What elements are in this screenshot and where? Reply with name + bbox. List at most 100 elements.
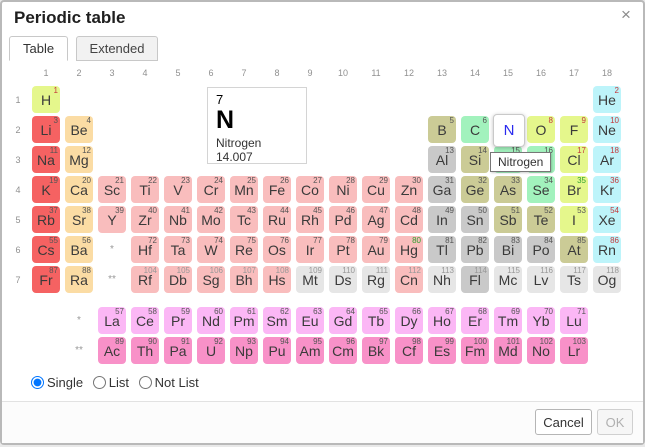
element-cell-Cs[interactable]: 55Cs [32, 236, 60, 263]
element-cell-La[interactable]: 57La [98, 307, 126, 334]
element-cell-Ra[interactable]: 88Ra [65, 266, 93, 293]
element-cell-Nd[interactable]: 60Nd [197, 307, 225, 334]
element-cell-Kr[interactable]: 36Kr [593, 176, 621, 203]
radio-option-single[interactable]: Single [31, 375, 83, 390]
element-cell-Sg[interactable]: 106Sg [197, 266, 225, 293]
element-cell-Pt[interactable]: 78Pt [329, 236, 357, 263]
element-cell-Sb[interactable]: 51Sb [494, 206, 522, 233]
element-cell-Sr[interactable]: 38Sr [65, 206, 93, 233]
element-cell-Nh[interactable]: 113Nh [428, 266, 456, 293]
element-cell-Co[interactable]: 27Co [296, 176, 324, 203]
element-cell-Zn[interactable]: 30Zn [395, 176, 423, 203]
element-cell-Fr[interactable]: 87Fr [32, 266, 60, 293]
element-cell-Os[interactable]: 76Os [263, 236, 291, 263]
element-cell-Sn[interactable]: 50Sn [461, 206, 489, 233]
element-cell-Ti[interactable]: 22Ti [131, 176, 159, 203]
element-cell-Po[interactable]: 84Po [527, 236, 555, 263]
element-cell-Th[interactable]: 90Th [131, 337, 159, 364]
element-cell-F[interactable]: 9F [560, 116, 588, 143]
element-cell-Cl[interactable]: 17Cl [560, 146, 588, 173]
element-cell-Eu[interactable]: 63Eu [296, 307, 324, 334]
element-cell-Au[interactable]: 79Au [362, 236, 390, 263]
element-cell-U[interactable]: 92U [197, 337, 225, 364]
element-cell-Np[interactable]: 93Np [230, 337, 258, 364]
element-cell-Tl[interactable]: 81Tl [428, 236, 456, 263]
element-cell-Y[interactable]: 39Y [98, 206, 126, 233]
element-cell-Lv[interactable]: 116Lv [527, 266, 555, 293]
element-cell-Tm[interactable]: 69Tm [494, 307, 522, 334]
element-cell-Ts[interactable]: 117Ts [560, 266, 588, 293]
element-cell-Na[interactable]: 11Na [32, 146, 60, 173]
element-cell-Li[interactable]: 3Li [32, 116, 60, 143]
radio-option-list[interactable]: List [93, 375, 129, 390]
element-cell-Ca[interactable]: 20Ca [65, 176, 93, 203]
element-cell-Bi[interactable]: 83Bi [494, 236, 522, 263]
element-cell-Db[interactable]: 105Db [164, 266, 192, 293]
element-cell-Mn[interactable]: 25Mn [230, 176, 258, 203]
element-cell-Ac[interactable]: 89Ac [98, 337, 126, 364]
element-cell-Og[interactable]: 118Og [593, 266, 621, 293]
element-cell-He[interactable]: 2He [593, 86, 621, 113]
element-cell-Md[interactable]: 101Md [494, 337, 522, 364]
element-cell-Pu[interactable]: 94Pu [263, 337, 291, 364]
element-cell-Ni[interactable]: 28Ni [329, 176, 357, 203]
element-cell-Pm[interactable]: 61Pm [230, 307, 258, 334]
element-cell-At[interactable]: 85At [560, 236, 588, 263]
element-cell-Er[interactable]: 68Er [461, 307, 489, 334]
element-cell-Pb[interactable]: 82Pb [461, 236, 489, 263]
element-cell-Pr[interactable]: 59Pr [164, 307, 192, 334]
element-cell-Cf[interactable]: 98Cf [395, 337, 423, 364]
element-cell-Xe[interactable]: 54Xe [593, 206, 621, 233]
element-cell-Mo[interactable]: 42Mo [197, 206, 225, 233]
element-cell-Ds[interactable]: 110Ds [329, 266, 357, 293]
element-cell-Ge[interactable]: 32Ge [461, 176, 489, 203]
element-cell-Ir[interactable]: 77Ir [296, 236, 324, 263]
element-cell-Fl[interactable]: 114Fl [461, 266, 489, 293]
element-cell-Es[interactable]: 99Es [428, 337, 456, 364]
element-cell-Si[interactable]: 14Si [461, 146, 489, 173]
element-cell-V[interactable]: 23V [164, 176, 192, 203]
radio-option-not-list[interactable]: Not List [139, 375, 199, 390]
element-cell-W[interactable]: 74W [197, 236, 225, 263]
element-cell-C[interactable]: 6C [461, 116, 489, 143]
element-cell-Ho[interactable]: 67Ho [428, 307, 456, 334]
element-cell-Hs[interactable]: 108Hs [263, 266, 291, 293]
element-cell-Zr[interactable]: 40Zr [131, 206, 159, 233]
element-cell-O[interactable]: 8O [527, 116, 555, 143]
element-cell-Rb[interactable]: 37Rb [32, 206, 60, 233]
list-radio[interactable] [93, 376, 106, 389]
element-cell-As[interactable]: 33As [494, 176, 522, 203]
element-cell-H[interactable]: 1H [32, 86, 60, 113]
element-cell-Ne[interactable]: 10Ne [593, 116, 621, 143]
element-cell-In[interactable]: 49In [428, 206, 456, 233]
element-cell-Pa[interactable]: 91Pa [164, 337, 192, 364]
element-cell-Ag[interactable]: 47Ag [362, 206, 390, 233]
element-cell-Cm[interactable]: 96Cm [329, 337, 357, 364]
element-cell-Ga[interactable]: 31Ga [428, 176, 456, 203]
element-cell-Mt[interactable]: 109Mt [296, 266, 324, 293]
element-cell-B[interactable]: 5B [428, 116, 456, 143]
element-cell-Hg[interactable]: 80Hg [395, 236, 423, 263]
element-cell-I[interactable]: 53I [560, 206, 588, 233]
element-cell-Bh[interactable]: 107Bh [230, 266, 258, 293]
element-cell-Br[interactable]: 35Br [560, 176, 588, 203]
element-cell-Te[interactable]: 52Te [527, 206, 555, 233]
element-cell-Lr[interactable]: 103Lr [560, 337, 588, 364]
element-cell-Cn[interactable]: 112Cn [395, 266, 423, 293]
element-cell-K[interactable]: 19K [32, 176, 60, 203]
element-cell-Nb[interactable]: 41Nb [164, 206, 192, 233]
element-cell-Rf[interactable]: 104Rf [131, 266, 159, 293]
element-cell-Tc[interactable]: 43Tc [230, 206, 258, 233]
element-cell-Rg[interactable]: 111Rg [362, 266, 390, 293]
element-cell-Am[interactable]: 95Am [296, 337, 324, 364]
element-cell-Dy[interactable]: 66Dy [395, 307, 423, 334]
element-cell-N[interactable]: N [493, 114, 525, 147]
element-cell-Fe[interactable]: 26Fe [263, 176, 291, 203]
single-radio[interactable] [31, 376, 44, 389]
element-cell-Tb[interactable]: 65Tb [362, 307, 390, 334]
element-cell-Re[interactable]: 75Re [230, 236, 258, 263]
element-cell-Lu[interactable]: 71Lu [560, 307, 588, 334]
element-cell-Cu[interactable]: 29Cu [362, 176, 390, 203]
element-cell-Bk[interactable]: 97Bk [362, 337, 390, 364]
ok-button[interactable]: OK [597, 409, 633, 435]
